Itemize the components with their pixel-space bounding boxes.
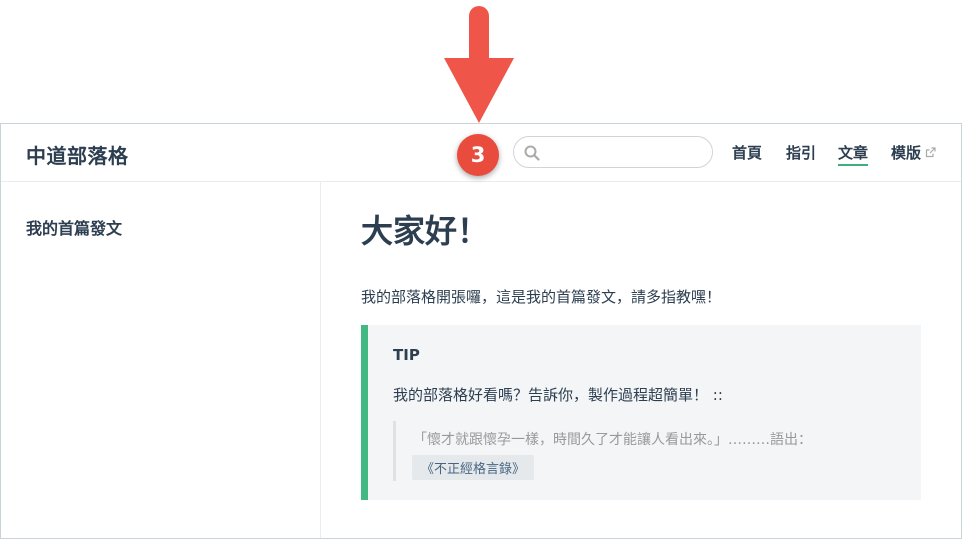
page-title: 大家好！: [361, 212, 490, 250]
article-content: 大家好！ 我的部落格開張囉，這是我的首篇發文，請多指教嘿！ TIP 我的部落格好…: [321, 182, 961, 538]
site-title[interactable]: 中道部落格: [26, 140, 129, 169]
blockquote: 「懷才就跟懷孕一樣，時間久了才能讓人看出來。」………語出： 《不正經格言錄》: [393, 421, 896, 481]
tip-container: TIP 我的部落格好看嗎？告訴你，製作過程超簡單！ :: 「懷才就跟懷孕一樣，時…: [361, 325, 921, 500]
external-link-icon: [925, 147, 936, 158]
intro-paragraph: 我的部落格開張囉，這是我的首篇發文，請多指教嘿！: [361, 288, 722, 306]
quote-source-badge: 《不正經格言錄》: [412, 455, 535, 480]
search-box[interactable]: [513, 136, 713, 168]
app-window: 中道部落格 首頁 指引 文章 模版 我的首篇發文 大家好！ 我的部落格開張囉，這…: [0, 123, 962, 539]
tip-text: 我的部落格好看嗎？告訴你，製作過程超簡單！ ::: [393, 386, 723, 404]
step-badge: 3: [457, 134, 499, 176]
nav-link-template-label: 模版: [891, 144, 922, 162]
search-input[interactable]: [546, 141, 710, 165]
down-arrow-annotation: [444, 6, 514, 123]
tip-title: TIP: [393, 346, 420, 364]
quote-text: 「懷才就跟懷孕一樣，時間久了才能讓人看出來。」………語出：: [413, 432, 812, 448]
sidebar-item-first-post[interactable]: 我的首篇發文: [26, 215, 122, 239]
sidebar: 我的首篇發文: [1, 182, 321, 538]
nav-link-guide[interactable]: 指引: [786, 142, 816, 163]
nav-link-template[interactable]: 模版: [891, 142, 936, 163]
nav-link-posts[interactable]: 文章: [838, 142, 869, 166]
nav-link-home[interactable]: 首頁: [732, 142, 762, 163]
search-icon: [524, 145, 540, 161]
